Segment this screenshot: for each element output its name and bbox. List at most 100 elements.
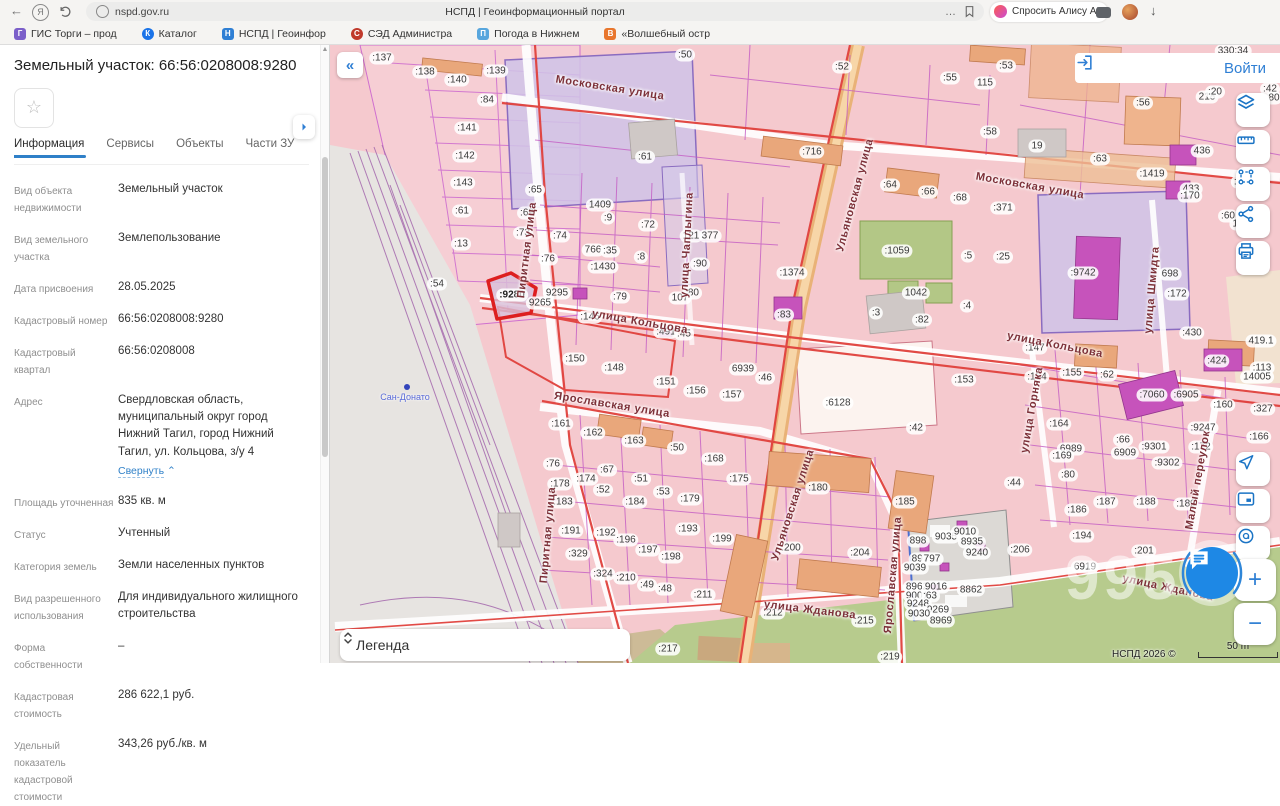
downloads-icon[interactable]: ↓ bbox=[1150, 3, 1157, 18]
field-label: Категория земель bbox=[14, 557, 114, 576]
map-canvas bbox=[330, 45, 1280, 663]
profile-avatar[interactable] bbox=[1122, 4, 1138, 20]
field-row: Кадастровый номер66:56:0208008:9280 bbox=[14, 311, 309, 330]
tab-title: НСПД | Геоинформационный портал bbox=[86, 6, 984, 18]
browser-chrome: ← Я nspd.gov.ru НСПД | Геоинформационный… bbox=[0, 0, 1280, 45]
field-label: Вид объекта недвижимости bbox=[14, 181, 114, 217]
bookmark-label: НСПД | Геоинфор bbox=[239, 28, 326, 40]
alice-icon bbox=[994, 5, 1007, 18]
station-label: Сан-Донато bbox=[380, 392, 430, 402]
ruler-icon bbox=[1236, 130, 1256, 150]
zoom-out-button[interactable]: − bbox=[1234, 603, 1276, 645]
bookmark-favicon: С bbox=[351, 28, 363, 40]
ask-alice-button[interactable]: Спросить Алису AI bbox=[990, 2, 1108, 22]
collapse-address-link[interactable]: Свернуть ⌃ bbox=[118, 464, 309, 480]
panel-tabs: ИнформацияСервисыОбъектыЧасти ЗУСоста bbox=[14, 138, 309, 165]
scroll-up-icon[interactable]: ▲ bbox=[321, 46, 329, 53]
tab-2[interactable]: Объекты bbox=[176, 138, 223, 158]
bookmark-favicon: К bbox=[142, 28, 154, 40]
chevron-right-icon bbox=[298, 121, 310, 133]
address-bar[interactable]: nspd.gov.ru НСПД | Геоинформационный пор… bbox=[86, 2, 984, 21]
more-icon[interactable]: … bbox=[945, 6, 956, 18]
field-label: Вид разрешенного использования bbox=[14, 589, 114, 625]
legend-label: Легенда bbox=[356, 637, 409, 653]
back-icon[interactable]: ← bbox=[10, 3, 23, 18]
bookmark-label: Погода в Нижнем bbox=[494, 28, 579, 40]
field-label: Кадастровый номер bbox=[14, 311, 114, 330]
bookmark-favicon: В bbox=[604, 28, 616, 40]
login-label: Войти bbox=[1224, 60, 1266, 77]
page-title: Земельный участок: 66:56:0208008:9280 bbox=[14, 57, 309, 76]
field-row: АдресСвердловская область, муниципальный… bbox=[14, 392, 309, 480]
legend-toggle[interactable]: Легенда bbox=[340, 629, 630, 661]
bookmark-1[interactable]: К Каталог bbox=[142, 28, 197, 40]
field-value: 343,26 руб./кв. м bbox=[114, 736, 309, 806]
scrollbar-thumb[interactable] bbox=[322, 157, 328, 457]
attributes-list: Вид объекта недвижимостиЗемельный участо… bbox=[14, 181, 309, 806]
bookmark-0[interactable]: Г ГИС Торги – прод bbox=[14, 28, 117, 40]
navigate-icon bbox=[1236, 452, 1256, 472]
field-value: 66:56:0208008:9280 bbox=[114, 311, 309, 330]
tab-1[interactable]: Сервисы bbox=[106, 138, 154, 158]
ruler-button[interactable] bbox=[1236, 130, 1270, 164]
print-button[interactable] bbox=[1236, 241, 1270, 275]
overview-icon bbox=[1236, 489, 1256, 509]
field-label: Вид земельного участка bbox=[14, 230, 114, 266]
expand-collapse-icon bbox=[340, 629, 356, 647]
bookmark-4[interactable]: ППогода в Нижнем bbox=[477, 28, 579, 40]
tabs-scroll-right-button[interactable] bbox=[293, 115, 315, 139]
bookmark-label: Каталог bbox=[159, 28, 197, 40]
field-row: СтатусУчтенный bbox=[14, 525, 309, 544]
field-value: 28.05.2025 bbox=[114, 279, 309, 298]
field-row: Площадь уточненная835 кв. м bbox=[14, 493, 309, 512]
bookmark-5[interactable]: В «Волшебный остр bbox=[604, 28, 710, 40]
favorite-button[interactable]: ☆ bbox=[14, 88, 54, 128]
login-icon bbox=[1075, 53, 1094, 72]
reload-icon[interactable] bbox=[58, 4, 73, 19]
field-value: Земли населенных пунктов bbox=[114, 557, 309, 576]
field-value: 835 кв. м bbox=[114, 493, 309, 512]
panel-collapse-button[interactable]: « bbox=[337, 52, 363, 78]
field-value: 66:56:0208008 bbox=[114, 343, 309, 379]
login-bar[interactable]: Войти bbox=[1075, 53, 1280, 83]
layers-icon bbox=[1236, 93, 1256, 113]
object-info-panel: Земельный участок: 66:56:0208008:9280 ☆ … bbox=[0, 45, 330, 663]
layers-button[interactable] bbox=[1236, 93, 1270, 127]
overview-button[interactable] bbox=[1236, 489, 1270, 523]
navigate-button[interactable] bbox=[1236, 452, 1270, 486]
bookmark-icon[interactable] bbox=[963, 5, 976, 18]
map-attribution: НСПД 2026 © bbox=[1112, 649, 1176, 660]
bookmark-label: «Волшебный остр bbox=[621, 28, 710, 40]
field-label: Удельный показатель кадастровой стоимост… bbox=[14, 736, 114, 806]
print-icon bbox=[1236, 241, 1256, 261]
chat-bubble-icon bbox=[1186, 547, 1212, 573]
field-value: Учтенный bbox=[114, 525, 309, 544]
tab-3[interactable]: Части ЗУ bbox=[246, 138, 295, 158]
field-label: Форма собственности bbox=[14, 638, 114, 674]
measure-icon bbox=[1236, 167, 1256, 187]
field-row: Вид объекта недвижимостиЗемельный участо… bbox=[14, 181, 309, 217]
field-label: Адрес bbox=[14, 392, 114, 480]
bookmark-2[interactable]: ННСПД | Геоинфор bbox=[222, 28, 326, 40]
bookmark-label: СЭД Администра bbox=[368, 28, 452, 40]
field-value: Для индивидуального жилищного строительс… bbox=[114, 589, 309, 625]
feedback-chat-button[interactable] bbox=[1186, 547, 1238, 599]
field-value: Земельный участок bbox=[114, 181, 309, 217]
share-button[interactable] bbox=[1236, 204, 1270, 238]
cadastral-map[interactable]: :9280:137:138:140:139:84:141:142:143:61:… bbox=[330, 45, 1280, 663]
field-value: Свердловская область, муниципальный окру… bbox=[114, 392, 309, 480]
field-row: Форма собственности– bbox=[14, 638, 309, 674]
collapse-link-text: Свернуть bbox=[118, 465, 164, 478]
field-row: Категория земельЗемли населенных пунктов bbox=[14, 557, 309, 576]
field-value: 286 622,1 руб. bbox=[114, 687, 309, 723]
tab-0[interactable]: Информация bbox=[14, 138, 84, 158]
field-row: Вид земельного участкаЗемлепользование bbox=[14, 230, 309, 266]
browser-logo-icon[interactable]: Я bbox=[32, 4, 49, 21]
bookmark-3[interactable]: С СЭД Администра bbox=[351, 28, 452, 40]
bookmark-label: ГИС Торги – прод bbox=[31, 28, 117, 40]
star-icon: ☆ bbox=[26, 97, 42, 118]
bookmark-favicon: Г bbox=[14, 28, 26, 40]
measure-button[interactable] bbox=[1236, 167, 1270, 201]
panel-scrollbar[interactable]: ▲ bbox=[320, 45, 329, 663]
sidebar-panel-icon[interactable] bbox=[1096, 7, 1111, 18]
